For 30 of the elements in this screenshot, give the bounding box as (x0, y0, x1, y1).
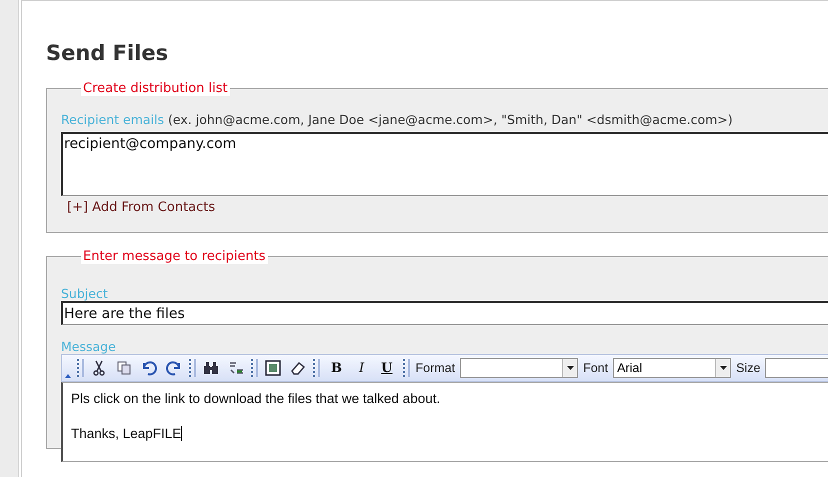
grip-icon (403, 359, 410, 377)
subject-field[interactable]: Here are the files (61, 301, 828, 325)
message-paragraph: Thanks, LeapFILE (71, 426, 182, 441)
grip-icon (313, 359, 320, 377)
message-paragraph: Pls click on the link to download the files that we talked about. (71, 391, 440, 406)
italic-button[interactable]: I (353, 358, 370, 378)
dropdown[interactable] (460, 358, 578, 378)
field-label: Recipient emails (61, 112, 164, 127)
underline-button[interactable]: U (375, 358, 398, 378)
dropdown-label: Format (415, 361, 456, 375)
dropdown-label: Font (583, 361, 608, 375)
recipients-field[interactable]: recipient@company.com (61, 132, 828, 196)
grip-icon (189, 359, 196, 377)
grip-icon (77, 359, 84, 377)
field-label: Message (61, 339, 116, 354)
section-legend: Enter message to recipients (81, 249, 268, 264)
field-label: Subject (61, 286, 108, 301)
bold-button[interactable]: B (325, 358, 348, 378)
add-contacts-link[interactable]: [+] Add From Contacts (67, 200, 216, 215)
caret-icon (720, 366, 727, 370)
grip-icon (251, 359, 258, 377)
dropdown[interactable]: Arial (613, 358, 732, 378)
field-hint: (ex. john@acme.com, Jane Doe <jane@acme.com>, "Smith, Dan" <dsmith@acme.com>) (168, 112, 733, 127)
caret-icon (566, 366, 574, 370)
section-legend: Create distribution list (81, 81, 230, 96)
message-editor[interactable]: Pls click on the link to download the files that we talked about. Thanks, LeapFILE (61, 382, 828, 462)
dropdown-label: Size (736, 361, 760, 375)
page-title: Send Files (46, 41, 168, 65)
dropdown-value: Arial (616, 360, 644, 377)
select-all-icon[interactable] (263, 358, 283, 378)
